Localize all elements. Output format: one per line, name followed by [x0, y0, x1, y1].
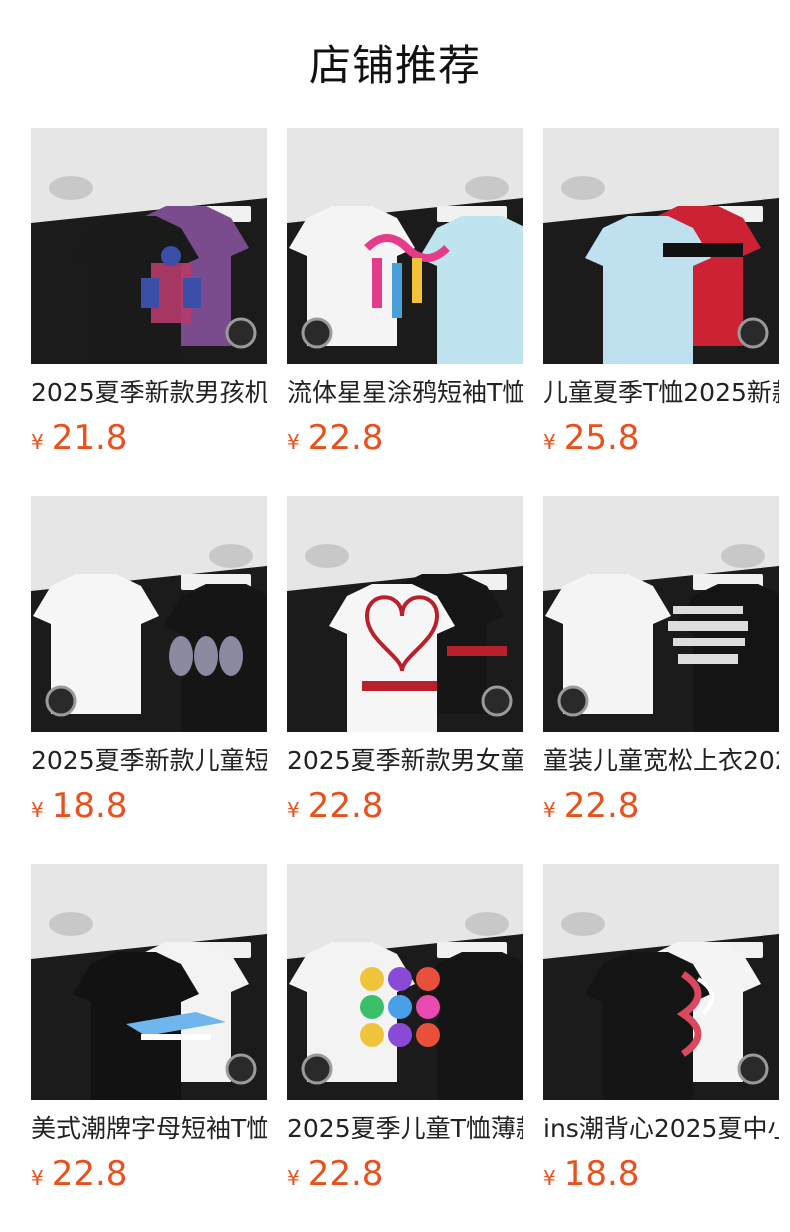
product-card-5[interactable]: 2025夏季新款男女童 ¥ 22.8 — [287, 496, 523, 864]
product-price: 25.8 — [563, 418, 640, 458]
product-image[interactable] — [31, 496, 267, 732]
price-row: ¥ 22.8 — [287, 1154, 523, 1194]
product-card-7[interactable]: 美式潮牌字母短袖T恤 ¥ 22.8 — [31, 864, 267, 1232]
product-card-2[interactable]: 流体星星涂鸦短袖T恤 ¥ 22.8 — [287, 128, 523, 496]
product-name[interactable]: 2025夏季新款男女童 — [287, 744, 523, 778]
product-image[interactable] — [287, 128, 523, 364]
product-card-3[interactable]: 儿童夏季T恤2025新款 ¥ 25.8 — [543, 128, 779, 496]
product-image[interactable] — [543, 496, 779, 732]
currency-symbol: ¥ — [543, 798, 556, 822]
product-card-6[interactable]: 童装儿童宽松上衣2025 ¥ 22.8 — [543, 496, 779, 864]
product-price: 22.8 — [307, 786, 384, 826]
product-price: 22.8 — [51, 1154, 128, 1194]
price-row: ¥ 22.8 — [543, 786, 779, 826]
product-image[interactable] — [543, 128, 779, 364]
product-price: 21.8 — [51, 418, 128, 458]
product-image[interactable] — [31, 864, 267, 1100]
product-name[interactable]: ins潮背心2025夏中小 — [543, 1112, 779, 1146]
product-price: 22.8 — [307, 418, 384, 458]
currency-symbol: ¥ — [31, 1166, 44, 1190]
currency-symbol: ¥ — [543, 430, 556, 454]
price-row: ¥ 22.8 — [287, 418, 523, 458]
currency-symbol: ¥ — [31, 798, 44, 822]
section-title: 店铺推荐 — [308, 41, 481, 90]
currency-symbol: ¥ — [31, 430, 44, 454]
recommend-page: 店铺推荐 2025夏季新款男孩机 ¥ 21.8 流体星星涂鸦短袖T恤 ¥ 22.… — [0, 0, 790, 1232]
product-price: 18.8 — [51, 786, 128, 826]
price-row: ¥ 18.8 — [31, 786, 267, 826]
price-row: ¥ 21.8 — [31, 418, 267, 458]
product-grid: 2025夏季新款男孩机 ¥ 21.8 流体星星涂鸦短袖T恤 ¥ 22.8 儿童夏… — [31, 128, 790, 1232]
product-name[interactable]: 美式潮牌字母短袖T恤 — [31, 1112, 267, 1146]
product-name[interactable]: 2025夏季新款男孩机 — [31, 376, 267, 410]
product-image[interactable] — [31, 128, 267, 364]
currency-symbol: ¥ — [543, 1166, 556, 1190]
price-row: ¥ 18.8 — [543, 1154, 779, 1194]
product-price: 22.8 — [563, 786, 640, 826]
product-price: 22.8 — [307, 1154, 384, 1194]
price-row: ¥ 22.8 — [31, 1154, 267, 1194]
product-name[interactable]: 2025夏季儿童T恤薄款 — [287, 1112, 523, 1146]
currency-symbol: ¥ — [287, 430, 300, 454]
product-name[interactable]: 儿童夏季T恤2025新款 — [543, 376, 779, 410]
product-card-9[interactable]: ins潮背心2025夏中小 ¥ 18.8 — [543, 864, 779, 1232]
currency-symbol: ¥ — [287, 798, 300, 822]
product-card-1[interactable]: 2025夏季新款男孩机 ¥ 21.8 — [31, 128, 267, 496]
product-image[interactable] — [287, 864, 523, 1100]
product-name[interactable]: 流体星星涂鸦短袖T恤 — [287, 376, 523, 410]
product-name[interactable]: 2025夏季新款儿童短 — [31, 744, 267, 778]
product-image[interactable] — [543, 864, 779, 1100]
product-card-4[interactable]: 2025夏季新款儿童短 ¥ 18.8 — [31, 496, 267, 864]
currency-symbol: ¥ — [287, 1166, 300, 1190]
price-row: ¥ 22.8 — [287, 786, 523, 826]
product-image[interactable] — [287, 496, 523, 732]
price-row: ¥ 25.8 — [543, 418, 779, 458]
product-card-8[interactable]: 2025夏季儿童T恤薄款 ¥ 22.8 — [287, 864, 523, 1232]
product-price: 18.8 — [563, 1154, 640, 1194]
product-name[interactable]: 童装儿童宽松上衣2025 — [543, 744, 779, 778]
